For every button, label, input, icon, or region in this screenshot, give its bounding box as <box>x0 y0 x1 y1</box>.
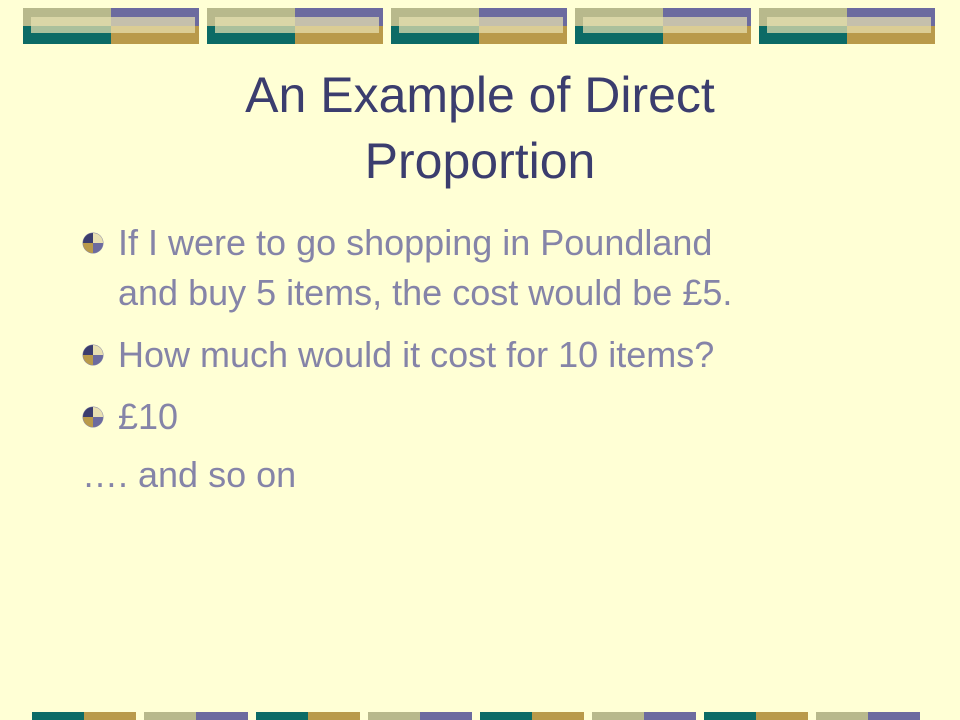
banner-tile <box>759 8 935 44</box>
bullet-text-line-2: and buy 5 items, the cost would be £5. <box>118 272 733 313</box>
slide-title-line-2: Proportion <box>364 133 596 189</box>
banner-tile <box>575 8 751 44</box>
bullet-text: £10 <box>118 396 179 437</box>
bullet-list: If I were to go shopping in Poundland an… <box>80 218 920 454</box>
quartered-circle-bullet-icon <box>82 344 104 366</box>
top-decorative-banner <box>0 8 960 44</box>
quartered-circle-bullet-icon <box>82 232 104 254</box>
bottom-bar-segment <box>816 712 920 720</box>
banner-tile <box>207 8 383 44</box>
bullet-text-line-1: If I were to go shopping in Poundland <box>118 222 713 263</box>
bullet-item: If I were to go shopping in Poundland an… <box>80 218 920 318</box>
bullet-item: How much would it cost for 10 items? <box>80 330 920 380</box>
slide-title-line-1: An Example of Direct <box>245 67 715 123</box>
banner-tile <box>391 8 567 44</box>
bottom-bar-segment <box>256 712 360 720</box>
bullet-text: How much would it cost for 10 items? <box>118 334 715 375</box>
bottom-bar-segment <box>368 712 472 720</box>
bottom-bar-segment <box>144 712 248 720</box>
bullet-item: £10 <box>80 392 920 442</box>
banner-tile <box>23 8 199 44</box>
bottom-bar-segment <box>32 712 136 720</box>
quartered-circle-bullet-icon <box>82 406 104 428</box>
bottom-bar-segment <box>704 712 808 720</box>
slide-title: An Example of Direct Proportion <box>0 62 960 194</box>
bottom-decorative-bar <box>0 712 960 720</box>
bottom-bar-segment <box>480 712 584 720</box>
trailing-text: …. and so on <box>82 454 297 495</box>
bottom-bar-segment <box>592 712 696 720</box>
